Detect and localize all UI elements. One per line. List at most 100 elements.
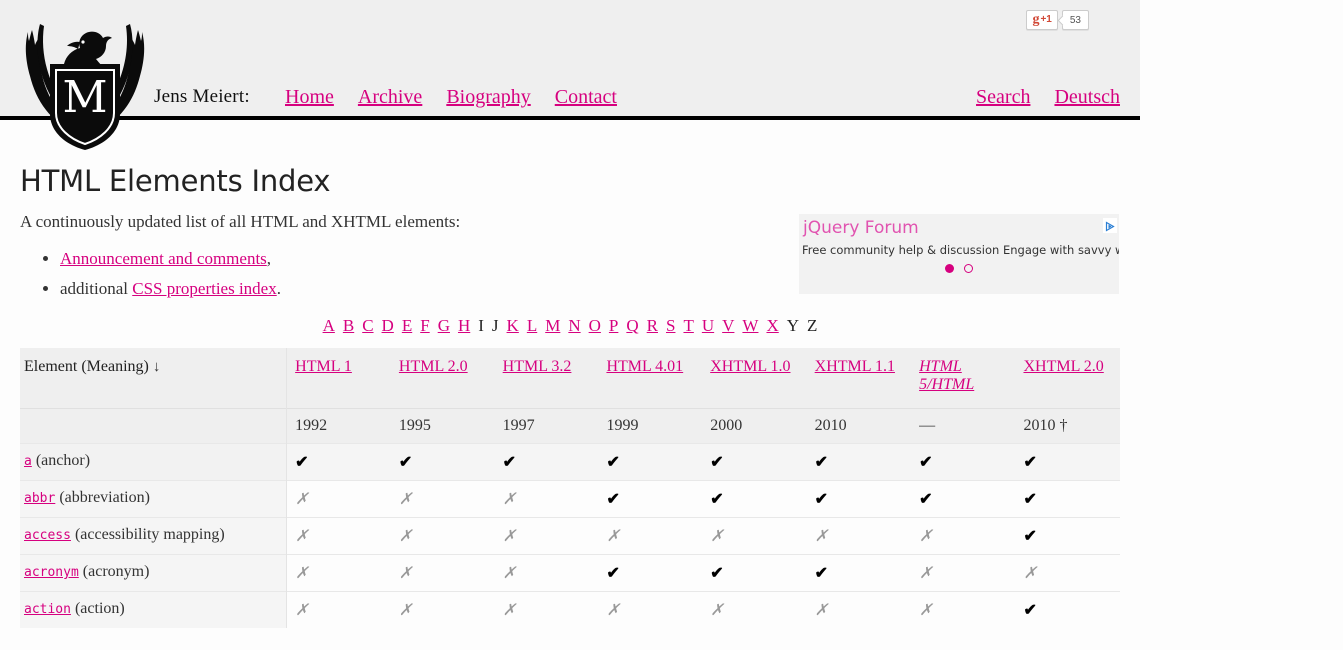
table-row: action (action) ✗ ✗ ✗ ✗ ✗ ✗ ✗ ✔ xyxy=(20,591,1120,628)
cross-icon: ✗ xyxy=(502,565,517,582)
check-icon: ✔ xyxy=(814,491,829,508)
cross-icon: ✗ xyxy=(398,528,413,545)
element-link[interactable]: a xyxy=(24,454,32,469)
check-icon: ✔ xyxy=(1023,454,1037,471)
alpha-link-l[interactable]: L xyxy=(527,316,537,335)
alpha-link-v[interactable]: V xyxy=(722,316,734,335)
nav-link-biography[interactable]: Biography xyxy=(446,86,530,108)
support-yes-cell: ✔ xyxy=(494,443,599,481)
alpha-link-d[interactable]: D xyxy=(382,316,394,335)
gplus-count-bubble[interactable]: 53 xyxy=(1061,10,1089,30)
alpha-link-t[interactable]: T xyxy=(683,316,693,335)
element-name-cell: action (action) xyxy=(20,591,288,628)
nav-link-deutsch[interactable]: Deutsch xyxy=(1054,86,1120,108)
column-link-html32[interactable]: HTML 3.2 xyxy=(503,358,572,375)
alpha-link-p[interactable]: P xyxy=(609,316,618,335)
ad-dot-inactive[interactable] xyxy=(964,264,973,273)
column-link-xhtml10[interactable]: XHTML 1.0 xyxy=(710,358,790,375)
alpha-link-w[interactable]: W xyxy=(742,316,758,335)
year-html5: — xyxy=(911,408,1016,444)
year-html1: 1992 xyxy=(286,408,391,444)
element-link[interactable]: access xyxy=(24,528,71,543)
gplus-one-button[interactable]: g +1 xyxy=(1026,10,1058,30)
support-no-cell: ✗ xyxy=(390,480,495,518)
support-no-cell: ✗ xyxy=(702,591,807,628)
column-link-xhtml20[interactable]: XHTML 2.0 xyxy=(1023,358,1103,375)
check-icon: ✔ xyxy=(814,565,829,582)
alpha-link-b[interactable]: B xyxy=(343,316,354,335)
alpha-link-r[interactable]: R xyxy=(647,316,658,335)
ad-dot-active[interactable] xyxy=(945,264,954,273)
primary-navigation: Home Archive Biography Contact xyxy=(285,86,617,109)
check-icon: ✔ xyxy=(919,491,933,508)
column-header-html401: HTML 4.01 xyxy=(598,348,703,409)
support-no-cell: ✗ xyxy=(1015,554,1120,592)
check-icon: ✔ xyxy=(710,454,724,471)
support-no-cell: ✗ xyxy=(286,480,391,518)
alpha-link-h[interactable]: H xyxy=(458,316,470,335)
support-no-cell: ✗ xyxy=(494,591,599,628)
table-year-row: 1992 1995 1997 1999 2000 2010 — 2010 † xyxy=(20,408,1120,444)
element-name-cell: acronym (acronym) xyxy=(20,554,288,592)
nav-link-archive[interactable]: Archive xyxy=(358,86,422,108)
check-icon: ✔ xyxy=(1023,528,1037,545)
check-icon: ✔ xyxy=(710,491,724,508)
cross-icon: ✗ xyxy=(710,528,724,545)
cross-icon: ✗ xyxy=(710,602,724,619)
cross-icon: ✗ xyxy=(606,528,620,545)
ad-carousel-dots[interactable] xyxy=(799,258,1119,277)
nav-link-home[interactable]: Home xyxy=(285,86,334,108)
element-link[interactable]: abbr xyxy=(24,491,55,506)
support-no-cell: ✗ xyxy=(806,517,912,555)
element-link[interactable]: acronym xyxy=(24,565,79,580)
nav-link-search[interactable]: Search xyxy=(976,86,1030,108)
element-link[interactable]: action xyxy=(24,602,71,617)
alpha-link-g[interactable]: G xyxy=(438,316,450,335)
element-meaning: (acronym) xyxy=(78,563,150,580)
support-yes-cell: ✔ xyxy=(598,443,703,481)
cross-icon: ✗ xyxy=(398,491,413,508)
alpha-link-o[interactable]: O xyxy=(589,316,601,335)
alpha-link-q[interactable]: Q xyxy=(626,316,638,335)
check-icon: ✔ xyxy=(814,454,829,471)
announcement-link[interactable]: Announcement and comments xyxy=(60,249,267,268)
alpha-link-c[interactable]: C xyxy=(362,316,373,335)
alpha-link-x[interactable]: X xyxy=(766,316,778,335)
column-link-html401[interactable]: HTML 4.01 xyxy=(606,358,683,375)
adchoices-icon[interactable] xyxy=(1103,218,1117,233)
column-header-html32: HTML 3.2 xyxy=(494,348,599,409)
column-link-html20[interactable]: HTML 2.0 xyxy=(399,358,468,375)
column-link-xhtml11[interactable]: XHTML 1.1 xyxy=(815,358,895,375)
element-name-cell: access (accessibility mapping) xyxy=(20,517,288,555)
column-link-html5[interactable]: HTML 5/HTML xyxy=(919,358,974,393)
alpha-link-k[interactable]: K xyxy=(507,316,519,335)
support-no-cell: ✗ xyxy=(494,517,599,555)
advertisement-block[interactable]: jQuery Forum Free community help & discu… xyxy=(799,214,1119,294)
alpha-link-u[interactable]: U xyxy=(702,316,714,335)
support-yes-cell: ✔ xyxy=(911,480,1016,518)
alpha-link-s[interactable]: S xyxy=(666,316,675,335)
check-icon: ✔ xyxy=(502,454,517,471)
alpha-text-y: Y xyxy=(786,316,800,335)
support-yes-cell: ✔ xyxy=(1015,517,1120,555)
column-header-html1: HTML 1 xyxy=(286,348,391,409)
column-link-html1[interactable]: HTML 1 xyxy=(295,358,352,375)
sort-descending-icon[interactable]: ↓ xyxy=(153,359,161,375)
alpha-link-f[interactable]: F xyxy=(420,316,429,335)
check-icon: ✔ xyxy=(398,454,413,471)
support-yes-cell: ✔ xyxy=(806,443,912,481)
year-html401: 1999 xyxy=(598,408,703,444)
css-properties-index-link[interactable]: CSS properties index xyxy=(132,279,277,298)
ad-title[interactable]: jQuery Forum xyxy=(803,218,919,238)
alpha-link-a[interactable]: A xyxy=(323,316,335,335)
alpha-link-m[interactable]: M xyxy=(545,316,560,335)
google-plus-one-badge[interactable]: g +1 53 xyxy=(1026,10,1089,30)
nav-link-contact[interactable]: Contact xyxy=(555,86,617,108)
support-no-cell: ✗ xyxy=(286,591,391,628)
cross-icon: ✗ xyxy=(919,528,933,545)
alpha-link-e[interactable]: E xyxy=(402,316,412,335)
check-icon: ✔ xyxy=(1023,491,1037,508)
column-header-element[interactable]: Element (Meaning) ↓ xyxy=(20,348,288,409)
alpha-link-n[interactable]: N xyxy=(568,316,580,335)
support-yes-cell: ✔ xyxy=(1015,480,1120,518)
